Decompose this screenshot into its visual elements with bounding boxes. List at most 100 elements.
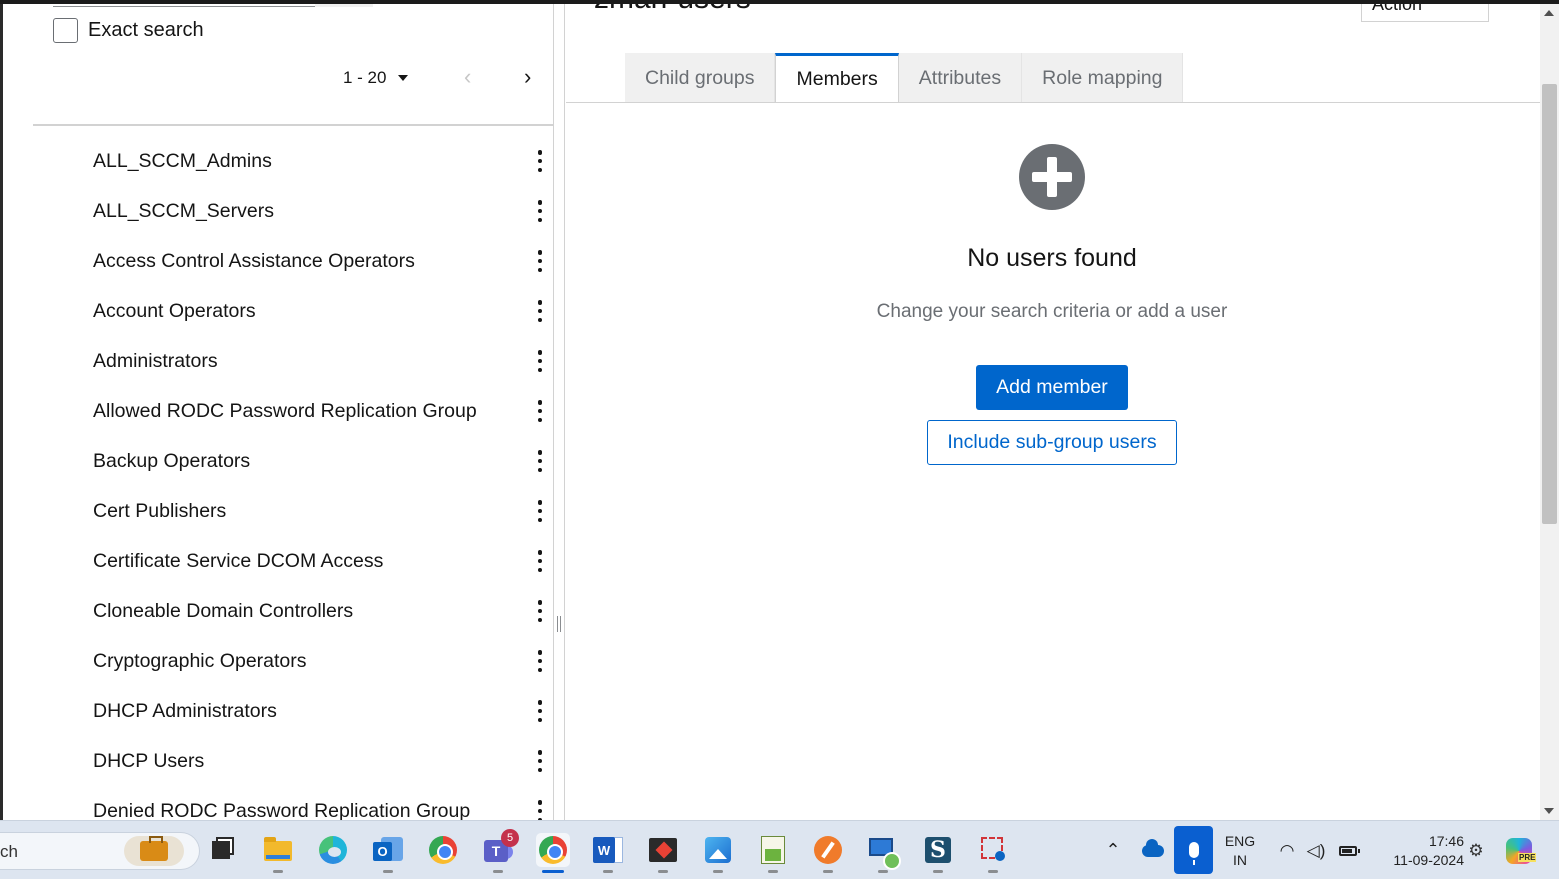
region-code: IN — [1233, 851, 1247, 868]
tab-members[interactable]: Members — [775, 53, 899, 103]
exact-search-toggle[interactable]: Exact search — [53, 18, 204, 43]
chrome-active-icon[interactable] — [536, 833, 570, 873]
microphone-icon[interactable] — [1174, 826, 1213, 874]
empty-state-body: Change your search criteria or add a use… — [876, 301, 1228, 322]
group-name[interactable]: Denied RODC Password Replication Group — [93, 800, 470, 820]
groups-panel: Exact search 1 - 20 ‹ › ALL_SCCM_Admins … — [3, 4, 553, 820]
group-item[interactable]: Access Control Assistance Operators — [3, 236, 553, 286]
group-item[interactable]: Backup Operators — [3, 436, 553, 486]
group-name[interactable]: ALL_SCCM_Servers — [93, 200, 274, 223]
chrome-icon[interactable] — [426, 833, 460, 867]
tab-attributes[interactable]: Attributes — [898, 53, 1023, 103]
battery-icon[interactable] — [1334, 821, 1362, 879]
volume-icon[interactable]: ◁) — [1304, 821, 1328, 879]
outlook-icon[interactable]: O — [371, 833, 405, 873]
taskbar-search[interactable]: ch — [0, 832, 200, 870]
kebab-menu-icon[interactable] — [537, 250, 543, 272]
group-name[interactable]: ALL_SCCM_Admins — [93, 150, 272, 173]
group-item[interactable]: Denied RODC Password Replication Group — [3, 786, 553, 820]
group-name[interactable]: Account Operators — [93, 300, 256, 323]
photos-icon[interactable] — [701, 833, 735, 873]
kebab-menu-icon[interactable] — [537, 450, 543, 472]
scroll-down-arrow-icon[interactable] — [1544, 808, 1554, 814]
clock-date: 11-09-2024 — [1393, 851, 1464, 868]
include-sub-group-users-button[interactable]: Include sub-group users — [927, 420, 1177, 465]
briefcase-icon[interactable] — [124, 836, 184, 866]
browser-viewport: Exact search 1 - 20 ‹ › ALL_SCCM_Admins … — [0, 0, 1559, 879]
teams-badge: 5 — [501, 829, 519, 847]
panel-splitter[interactable] — [553, 4, 565, 820]
pencil-icon[interactable] — [811, 833, 845, 873]
add-member-button[interactable]: Add member — [976, 365, 1128, 410]
group-item[interactable]: DHCP Administrators — [3, 686, 553, 736]
chevron-left-icon[interactable]: ‹ — [464, 66, 471, 88]
scroll-up-arrow-icon[interactable] — [1544, 10, 1554, 16]
taskbar-search-text[interactable]: ch — [0, 842, 18, 862]
caret-down-icon[interactable] — [398, 75, 409, 81]
exact-search-checkbox[interactable] — [53, 18, 78, 43]
group-item[interactable]: Cert Publishers — [3, 486, 553, 536]
group-name[interactable]: DHCP Users — [93, 750, 204, 773]
group-item[interactable]: DHCP Users — [3, 736, 553, 786]
kebab-menu-icon[interactable] — [537, 750, 543, 772]
group-item[interactable]: Administrators — [3, 336, 553, 386]
sublime-icon[interactable]: S — [921, 833, 955, 873]
group-item[interactable]: Cloneable Domain Controllers — [3, 586, 553, 636]
group-detail-panel: zman-users Action Child groups Members A… — [566, 4, 1540, 820]
word-icon[interactable]: W — [591, 833, 625, 873]
remote-desktop-icon[interactable] — [866, 833, 901, 873]
kebab-menu-icon[interactable] — [537, 200, 543, 222]
page-range[interactable]: 1 - 20 — [343, 68, 386, 88]
folder-icon[interactable] — [261, 833, 295, 873]
snip-icon[interactable] — [646, 833, 680, 873]
scrollbar-thumb[interactable] — [1542, 84, 1557, 524]
kebab-menu-icon[interactable] — [537, 550, 543, 572]
teams-icon[interactable]: T5 — [481, 829, 519, 873]
kebab-menu-icon[interactable] — [537, 650, 543, 672]
group-item[interactable]: Account Operators — [3, 286, 553, 336]
group-name[interactable]: Cloneable Domain Controllers — [93, 600, 353, 623]
kebab-menu-icon[interactable] — [537, 300, 543, 322]
chevron-right-icon[interactable]: › — [524, 66, 531, 88]
kebab-menu-icon[interactable] — [537, 700, 543, 722]
group-name[interactable]: Certificate Service DCOM Access — [93, 550, 383, 573]
group-search-button[interactable] — [315, 4, 373, 7]
group-name[interactable]: Cryptographic Operators — [93, 650, 307, 673]
group-item[interactable]: Certificate Service DCOM Access — [3, 536, 553, 586]
page-scrollbar[interactable] — [1540, 4, 1559, 820]
chevron-up-icon[interactable]: ⌃ — [1100, 821, 1126, 879]
group-item[interactable]: Cryptographic Operators — [3, 636, 553, 686]
empty-state: No users found Change your search criter… — [566, 144, 1538, 465]
group-item[interactable]: Allowed RODC Password Replication Group — [3, 386, 553, 436]
edge-icon[interactable] — [316, 833, 350, 867]
group-name[interactable]: Administrators — [93, 350, 218, 373]
notepad-icon[interactable] — [756, 833, 790, 873]
notification-icon[interactable]: ⚙ — [1464, 821, 1488, 879]
group-item[interactable]: ALL_SCCM_Admins — [3, 136, 553, 186]
tab-role-mapping[interactable]: Role mapping — [1022, 53, 1184, 103]
kebab-menu-icon[interactable] — [537, 500, 543, 522]
tab-child-groups[interactable]: Child groups — [625, 53, 776, 103]
drag-handle-icon[interactable] — [557, 616, 561, 632]
group-name[interactable]: Cert Publishers — [93, 500, 226, 523]
group-name[interactable]: Backup Operators — [93, 450, 250, 473]
copilot-icon[interactable]: PRE — [1502, 821, 1537, 879]
system-clock[interactable]: 17:46 11-09-2024 — [1370, 821, 1464, 879]
kebab-menu-icon[interactable] — [537, 150, 543, 172]
page-title: zman-users — [594, 4, 751, 16]
group-name[interactable]: DHCP Administrators — [93, 700, 277, 723]
group-item[interactable]: ALL_SCCM_Servers — [3, 186, 553, 236]
cloud-icon[interactable] — [1138, 821, 1168, 879]
group-name[interactable]: Allowed RODC Password Replication Group — [93, 400, 477, 423]
desktop-icon[interactable] — [203, 833, 237, 867]
kebab-menu-icon[interactable] — [537, 600, 543, 622]
scissor-icon[interactable] — [976, 833, 1010, 873]
kebab-menu-icon[interactable] — [537, 800, 543, 820]
kebab-menu-icon[interactable] — [537, 350, 543, 372]
action-dropdown[interactable]: Action — [1361, 4, 1489, 22]
group-search-input[interactable] — [53, 4, 315, 7]
group-name[interactable]: Access Control Assistance Operators — [93, 250, 415, 273]
language-indicator[interactable]: ENG IN — [1220, 821, 1260, 879]
kebab-menu-icon[interactable] — [537, 400, 543, 422]
wifi-icon[interactable]: ◠ — [1275, 821, 1299, 879]
